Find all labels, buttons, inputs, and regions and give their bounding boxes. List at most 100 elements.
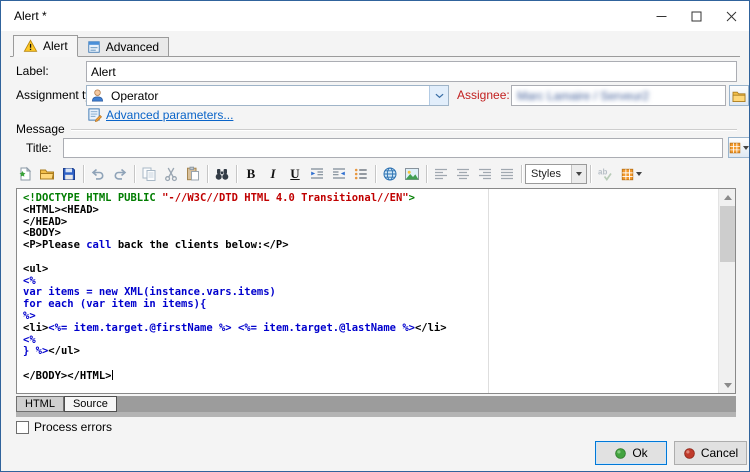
title-caption: Title: (26, 141, 52, 155)
insert-field-button[interactable] (728, 137, 750, 158)
code-line: <ul> (23, 264, 717, 276)
copy-button[interactable] (138, 163, 160, 185)
code-area[interactable]: <!DOCTYPE HTML PUBLIC "-//W3C//DTD HTML … (17, 191, 717, 393)
assignee-field[interactable]: Marc Lamaire / Serveur2 (511, 85, 726, 106)
label-input[interactable] (86, 61, 737, 82)
assignment-type-dropdown-arrow[interactable] (429, 86, 448, 105)
styles-select[interactable]: Styles (525, 164, 587, 184)
editor-toolbar: B I U Styles ab (14, 162, 738, 186)
align-center-icon (455, 166, 471, 182)
tab-source[interactable]: Source (64, 396, 117, 412)
alert-dialog: Alert * Alert Advanced Label: Assignment… (0, 0, 750, 472)
hyperlink-button[interactable] (379, 163, 401, 185)
scroll-up-button[interactable] (719, 189, 736, 205)
open-button[interactable] (36, 163, 58, 185)
find-button[interactable] (211, 163, 233, 185)
align-left-button[interactable] (430, 163, 452, 185)
title-input[interactable] (63, 138, 723, 158)
label-caption: Label: (16, 64, 49, 78)
indent-button[interactable] (306, 163, 328, 185)
align-justify-button[interactable] (496, 163, 518, 185)
scrollbar-thumb[interactable] (720, 206, 735, 262)
insert-image-button[interactable] (401, 163, 423, 185)
align-center-button[interactable] (452, 163, 474, 185)
align-right-button[interactable] (474, 163, 496, 185)
tab-html[interactable]: HTML (16, 396, 64, 412)
undo-button[interactable] (87, 163, 109, 185)
close-icon (726, 11, 737, 22)
styles-dropdown-arrow[interactable] (571, 165, 586, 183)
redo-button[interactable] (109, 163, 131, 185)
maximize-icon (691, 11, 702, 22)
spellcheck-button[interactable]: ab (594, 163, 616, 185)
close-button[interactable] (714, 1, 749, 31)
minimize-button[interactable] (644, 1, 679, 31)
tab-html-label: HTML (25, 398, 55, 410)
save-button[interactable] (58, 163, 80, 185)
tab-alert[interactable]: Alert (13, 35, 78, 57)
cut-button[interactable] (160, 163, 182, 185)
toolbar-separator (134, 165, 135, 183)
message-group-line (71, 129, 737, 130)
bullet-list-button[interactable] (350, 163, 372, 185)
window-title: Alert * (14, 9, 47, 23)
code-line: <P>Please call back the clients below:</… (23, 240, 717, 252)
chevron-down-icon (576, 172, 582, 176)
paste-button[interactable] (182, 163, 204, 185)
minimize-icon (656, 11, 667, 22)
assignee-browse-button[interactable] (729, 85, 749, 106)
bold-icon: B (247, 166, 256, 182)
spellcheck-icon: ab (597, 166, 613, 182)
code-line: </HEAD> (23, 217, 717, 229)
maximize-button[interactable] (679, 1, 714, 31)
statusbar-band (16, 412, 736, 417)
italic-button[interactable]: I (262, 163, 284, 185)
tab-advanced-label: Advanced (106, 40, 159, 54)
arrow-down-icon (724, 383, 732, 388)
color-picker-icon (621, 168, 634, 181)
code-line: for each (var item in items){ (23, 299, 717, 311)
toolbar-separator (375, 165, 376, 183)
advanced-parameters-icon (87, 107, 102, 127)
insert-field-dropdown-arrow (743, 146, 749, 150)
vertical-scrollbar[interactable] (718, 189, 735, 393)
outdent-icon (331, 166, 347, 182)
svg-text:ab: ab (598, 168, 607, 177)
tab-source-label: Source (73, 398, 108, 410)
cancel-button[interactable]: Cancel (674, 441, 747, 465)
toolbar-separator (83, 165, 84, 183)
folder-icon (732, 90, 746, 102)
toolbar-separator (590, 165, 591, 183)
process-errors-checkbox[interactable] (16, 421, 29, 434)
assignee-value-redacted: Marc Lamaire / Serveur2 (517, 89, 649, 103)
new-document-button[interactable] (14, 163, 36, 185)
code-line (23, 252, 717, 264)
code-line: <li><%= item.target.@firstName %> <%= it… (23, 323, 717, 335)
color-picker-button[interactable] (616, 163, 646, 185)
message-group-caption: Message (16, 122, 65, 136)
assignee-caption: Assignee: (457, 88, 510, 102)
titlebar[interactable]: Alert * (1, 1, 749, 31)
source-editor[interactable]: <!DOCTYPE HTML PUBLIC "-//W3C//DTD HTML … (16, 188, 736, 394)
styles-label: Styles (531, 168, 561, 180)
toolbar-separator (521, 165, 522, 183)
toolbar-separator (207, 165, 208, 183)
code-line (23, 358, 717, 370)
align-left-icon (433, 166, 449, 182)
open-icon (39, 166, 55, 182)
indent-icon (309, 166, 325, 182)
find-icon (214, 166, 230, 182)
assignment-type-select[interactable]: Operator (86, 85, 449, 106)
ok-label: Ok (632, 446, 647, 460)
advanced-parameters-link[interactable]: Advanced parameters... (106, 108, 233, 122)
bold-button[interactable]: B (240, 163, 262, 185)
scroll-down-button[interactable] (719, 377, 736, 393)
cancel-label: Cancel (701, 446, 738, 460)
underline-button[interactable]: U (284, 163, 306, 185)
outdent-button[interactable] (328, 163, 350, 185)
underline-icon: U (290, 166, 299, 182)
tab-alert-label: Alert (43, 39, 68, 53)
code-line: <% (23, 335, 717, 347)
ok-button[interactable]: Ok (595, 441, 667, 465)
tab-advanced[interactable]: Advanced (78, 37, 169, 57)
